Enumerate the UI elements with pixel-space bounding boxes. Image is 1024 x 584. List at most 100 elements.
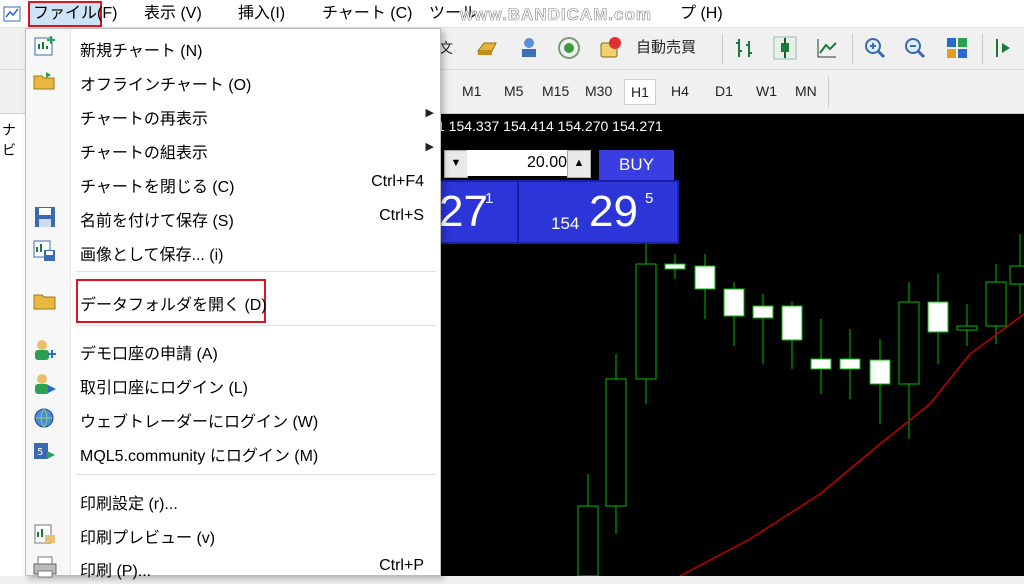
moving-average-line <box>679 313 1024 576</box>
menu-view[interactable]: 表示 (V) <box>144 3 202 25</box>
candle-body <box>752 305 774 319</box>
menu-help[interactable]: プ (H) <box>680 3 723 25</box>
menu-item-open-data-folder[interactable]: データフォルダを開く (D) <box>33 279 267 323</box>
recording-watermark: www.BANDICAM.com <box>460 5 652 25</box>
menu-item-label: 名前を付けて保存 (S) <box>80 213 234 230</box>
menu-item-print-setup[interactable]: 印刷設定 (r)... <box>26 484 440 516</box>
globe-icon <box>32 406 58 430</box>
menu-item-login-trade[interactable]: 取引口座にログイン (L) <box>26 368 440 400</box>
tf-w1[interactable]: W1 <box>750 79 783 103</box>
menu-item-save-image[interactable]: 画像として保存... (i) <box>26 235 440 267</box>
file-menu: 新規チャート (N) オフラインチャート (O) チャートの再表示 ▶ チャート… <box>25 28 441 580</box>
save-image-icon <box>32 239 58 263</box>
bar-chart-icon[interactable] <box>732 35 758 61</box>
navigator-icon[interactable] <box>516 35 542 61</box>
tf-m5[interactable]: M5 <box>498 79 529 103</box>
folder-icon <box>32 289 58 313</box>
menu-item-label: 印刷設定 (r)... <box>80 496 178 513</box>
lot-decrease-button[interactable]: ▼ <box>444 150 468 178</box>
lot-increase-button[interactable]: ▲ <box>567 150 591 178</box>
menu-item-shortcut: Ctrl+F4 <box>371 173 424 190</box>
buy-button[interactable]: BUY <box>599 150 674 180</box>
app-icon <box>3 5 21 23</box>
lot-size-input[interactable]: 20.00 <box>467 150 571 176</box>
open-folder-icon <box>32 69 58 93</box>
menu-item-label: チャートの組表示 <box>80 145 208 162</box>
candle-body <box>664 263 686 270</box>
menu-item-demo-account[interactable]: デモ口座の申請 (A) <box>26 334 440 366</box>
gold-bar-icon[interactable] <box>474 35 500 61</box>
menu-item-label: チャートを閉じる (C) <box>80 179 235 196</box>
menu-item-label: チャートの再表示 <box>80 111 208 128</box>
menu-insert[interactable]: 挿入(I) <box>238 3 285 25</box>
candle-body <box>927 301 949 333</box>
menu-item-print-preview[interactable]: 印刷プレビュー (v) <box>26 518 440 550</box>
buy-price-sup: 5 <box>645 190 654 207</box>
candle-body <box>781 305 803 341</box>
menu-item-login-mql5[interactable]: 5 MQL5.community にログイン (M) <box>26 436 440 468</box>
auto-trading-icon[interactable] <box>597 35 623 61</box>
menu-item-label: 取引口座にログイン (L) <box>80 380 249 397</box>
candle-body <box>839 358 861 370</box>
menu-item-label: 画像として保存... (i) <box>80 247 224 264</box>
tf-h4[interactable]: H4 <box>665 79 695 103</box>
menu-item-shortcut: Ctrl+P <box>379 557 424 574</box>
menu-item-login-webtrader[interactable]: ウェブトレーダーにログイン (W) <box>26 402 440 434</box>
svg-text:5: 5 <box>37 447 43 458</box>
menu-item-save-as[interactable]: 名前を付けて保存 (S) Ctrl+S <box>26 201 440 233</box>
tf-m15[interactable]: M15 <box>536 79 575 103</box>
tf-m1[interactable]: M1 <box>456 79 487 103</box>
menu-item-offline-chart[interactable]: オフラインチャート (O) <box>26 65 440 97</box>
tf-d1[interactable]: D1 <box>709 79 739 103</box>
menu-item-chart-redisplay[interactable]: チャートの再表示 ▶ <box>26 99 440 131</box>
sell-price-box[interactable]: 27 1 <box>437 180 519 244</box>
candle-body <box>956 325 978 331</box>
auto-trading-button[interactable]: 自動売買 <box>630 36 702 60</box>
sell-price-big: 27 <box>439 187 488 236</box>
tf-h1[interactable]: H1 <box>624 79 656 105</box>
buy-price-small: 154 <box>551 214 580 233</box>
submenu-arrow-icon: ▶ <box>425 107 434 119</box>
mql5-icon: 5 <box>32 440 58 464</box>
candle-body <box>810 358 832 370</box>
menu-item-label: MQL5.community にログイン (M) <box>80 448 319 465</box>
login-user-icon <box>32 372 58 396</box>
menu-item-label: 印刷プレビュー (v) <box>80 530 216 547</box>
tf-mn[interactable]: MN <box>789 79 823 103</box>
tile-windows-icon[interactable] <box>944 35 970 61</box>
menu-item-chart-group[interactable]: チャートの組表示 ▶ <box>26 133 440 165</box>
candle-body <box>605 378 627 507</box>
ohlc-readout: 1 154.337 154.414 154.270 154.271 <box>437 118 663 134</box>
zoom-in-icon[interactable] <box>862 35 888 61</box>
signal-icon[interactable] <box>556 35 582 61</box>
candlestick-icon[interactable] <box>772 35 798 61</box>
menu-item-shortcut: Ctrl+S <box>379 207 424 224</box>
menu-item-new-chart[interactable]: 新規チャート (N) <box>26 31 440 63</box>
candle-body <box>869 359 891 385</box>
candle-body <box>898 301 920 385</box>
menu-item-print[interactable]: 印刷 (P)... Ctrl+P <box>26 551 440 583</box>
menu-item-close-chart[interactable]: チャートを閉じる (C) Ctrl+F4 <box>26 167 440 199</box>
new-order-fragment[interactable]: 文 <box>439 36 453 60</box>
candle-body <box>1009 265 1024 285</box>
printer-icon <box>32 555 58 579</box>
chart-shift-icon[interactable] <box>992 35 1018 61</box>
menu-file[interactable]: ファイル <box>27 1 103 27</box>
menu-separator <box>76 271 436 272</box>
new-chart-icon <box>32 35 58 59</box>
menu-separator <box>76 325 436 326</box>
menu-bar: ファイル (F) 表示 (V) 挿入(I) チャート (C) ツール プ (H)… <box>0 0 1024 28</box>
buy-price-big: 29 <box>589 187 638 236</box>
candle-body <box>694 265 716 290</box>
tf-m30[interactable]: M30 <box>579 79 618 103</box>
sell-price-sup: 1 <box>485 190 494 207</box>
line-chart-icon[interactable] <box>814 35 840 61</box>
menu-item-label: 新規チャート (N) <box>80 43 203 60</box>
candle-body <box>723 288 745 317</box>
zoom-out-icon[interactable] <box>902 35 928 61</box>
candle-body <box>577 505 599 576</box>
candle-body <box>635 263 657 380</box>
print-preview-icon <box>32 522 58 546</box>
menu-chart[interactable]: チャート (C) <box>322 3 413 25</box>
buy-price-box[interactable]: 154 29 5 <box>517 180 679 244</box>
